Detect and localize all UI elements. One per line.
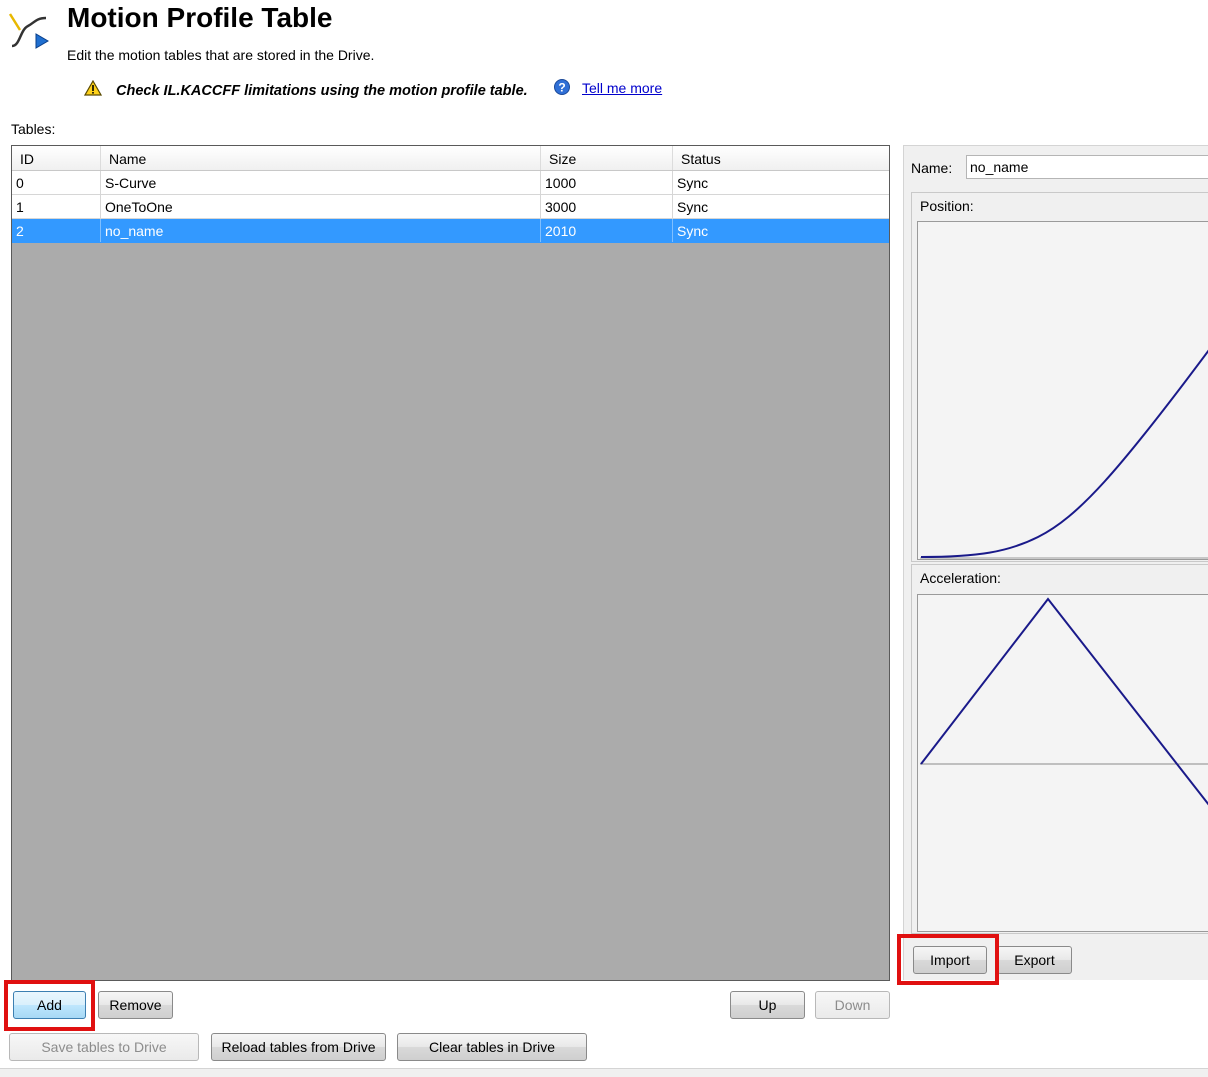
- acceleration-curve: [920, 597, 1208, 806]
- tables-label: Tables:: [11, 121, 56, 137]
- cell-status: Sync: [677, 199, 709, 215]
- column-header-name[interactable]: Name: [101, 146, 541, 170]
- position-label: Position:: [920, 198, 974, 214]
- export-button[interactable]: Export: [997, 946, 1072, 974]
- clear-tables-button[interactable]: Clear tables in Drive: [397, 1033, 587, 1061]
- cell-id: 0: [12, 171, 101, 194]
- tell-me-more-link[interactable]: Tell me more: [582, 80, 662, 96]
- cell-id: 2: [12, 219, 101, 242]
- cell-name: OneToOne: [101, 195, 541, 218]
- cell-status: Sync: [677, 175, 709, 191]
- down-button[interactable]: Down: [815, 991, 890, 1019]
- cell-status: Sync: [677, 223, 709, 239]
- cell-name: S-Curve: [101, 171, 541, 194]
- motion-profile-icon: [6, 10, 52, 52]
- table-row-selected[interactable]: 2 no_name 2010 Sync: [12, 219, 889, 243]
- position-chart: [917, 221, 1208, 560]
- acceleration-chart: [917, 594, 1208, 932]
- column-header-size[interactable]: Size: [541, 146, 673, 170]
- table-row[interactable]: 0 S-Curve 1000 Sync: [12, 171, 889, 195]
- cell-size: 3000: [541, 195, 673, 218]
- position-curve: [920, 349, 1208, 558]
- svg-text:?: ?: [558, 81, 565, 95]
- column-header-status[interactable]: Status: [673, 146, 889, 170]
- name-label: Name:: [911, 160, 953, 176]
- help-icon[interactable]: ?: [554, 79, 570, 95]
- tables-grid[interactable]: ID Name Size Status 0 S-Curve 1000 Sync …: [11, 145, 890, 981]
- add-button[interactable]: Add: [13, 991, 86, 1019]
- page-subtitle: Edit the motion tables that are stored i…: [67, 47, 375, 63]
- import-button[interactable]: Import: [913, 946, 987, 974]
- warning-message: Check IL.KACCFF limitations using the mo…: [116, 83, 528, 99]
- warning-icon: [83, 79, 103, 96]
- grid-header: ID Name Size Status: [12, 146, 889, 171]
- remove-button[interactable]: Remove: [98, 991, 173, 1019]
- cell-id: 1: [12, 195, 101, 218]
- cell-size: 2010: [541, 219, 673, 242]
- reload-tables-button[interactable]: Reload tables from Drive: [211, 1033, 386, 1061]
- name-field[interactable]: [966, 155, 1208, 179]
- page-title: Motion Profile Table: [67, 2, 333, 33]
- column-header-id[interactable]: ID: [12, 146, 101, 170]
- cell-size: 1000: [541, 171, 673, 194]
- acceleration-label: Acceleration:: [920, 570, 1001, 586]
- table-row[interactable]: 1 OneToOne 3000 Sync: [12, 195, 889, 219]
- cell-name: no_name: [101, 219, 541, 242]
- up-button[interactable]: Up: [730, 991, 805, 1019]
- save-tables-button[interactable]: Save tables to Drive: [9, 1033, 199, 1061]
